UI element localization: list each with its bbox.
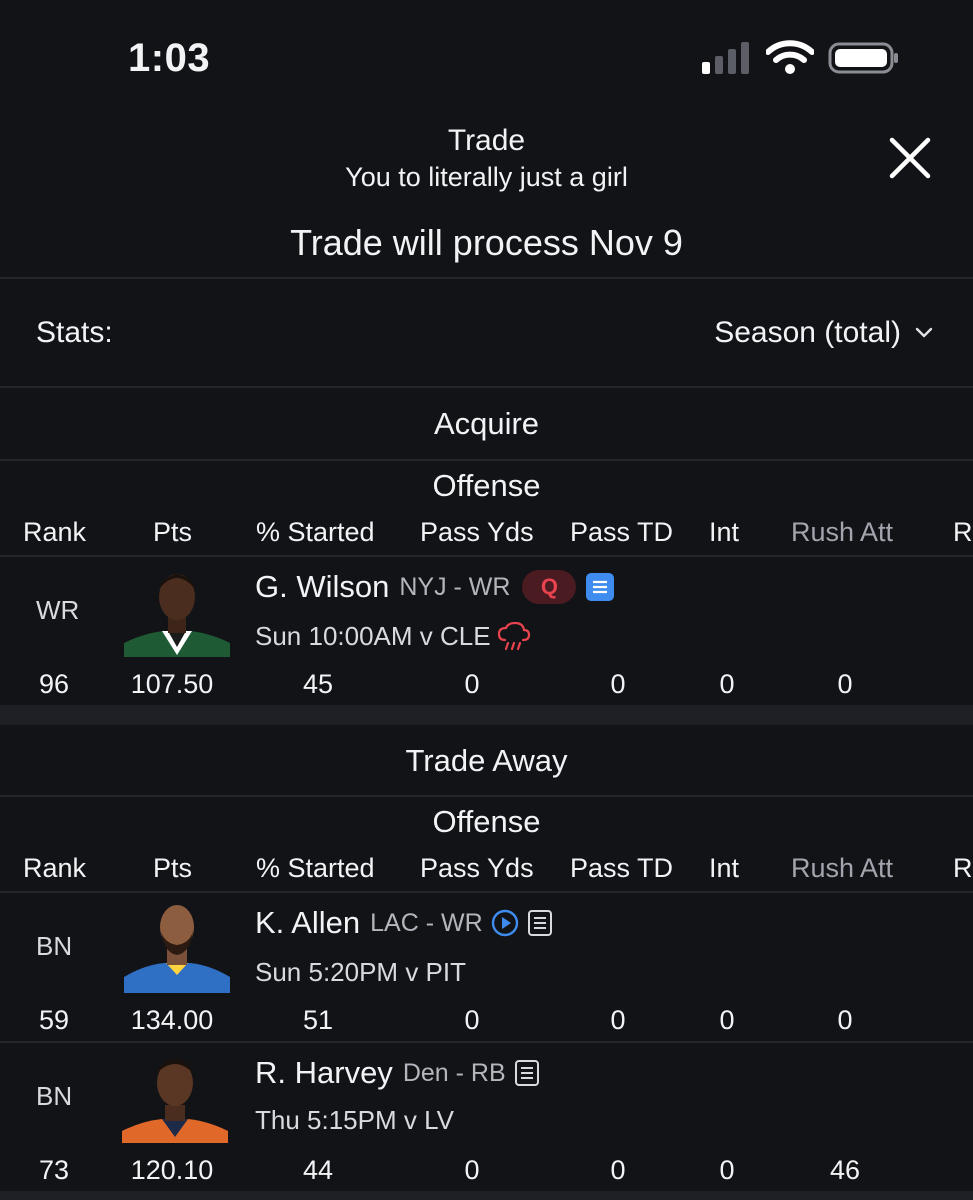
player-position: BN bbox=[36, 1081, 73, 1111]
col-rank[interactable]: Rank bbox=[23, 517, 86, 548]
col-rush-partial[interactable]: Ru bbox=[953, 853, 973, 884]
col-started[interactable]: % Started bbox=[256, 517, 375, 548]
player-stats: 96 107.50 45 0 0 0 0 bbox=[0, 669, 973, 705]
stat-pass-yds: 0 bbox=[464, 1155, 480, 1185]
player-photo bbox=[124, 574, 230, 657]
stat-started: 44 bbox=[302, 1155, 334, 1185]
player-photo bbox=[122, 1059, 228, 1143]
col-int[interactable]: Int bbox=[709, 853, 739, 884]
divider bbox=[0, 795, 973, 797]
battery-icon bbox=[828, 42, 898, 74]
signal-icon bbox=[702, 42, 749, 74]
player-team-position: NYJ - WR bbox=[399, 572, 511, 601]
col-started[interactable]: % Started bbox=[256, 853, 375, 884]
stats-dropdown[interactable]: Season (total) bbox=[714, 316, 933, 350]
col-rush-att[interactable]: Rush Att bbox=[791, 853, 893, 884]
divider bbox=[0, 459, 973, 461]
news-note-icon[interactable] bbox=[527, 909, 553, 937]
trade-header: Trade You to literally just a girl Trade… bbox=[0, 110, 973, 278]
stat-pts: 107.50 bbox=[130, 669, 214, 699]
col-pass-td[interactable]: Pass TD bbox=[570, 517, 673, 548]
section-separator bbox=[0, 1191, 973, 1200]
col-rank[interactable]: Rank bbox=[23, 853, 86, 884]
stat-rush-att: 0 bbox=[837, 1005, 853, 1035]
status-bar: 1:03 bbox=[0, 0, 973, 110]
player-row-k-allen[interactable]: BN K. Allen LAC - WR Sun 5:20PM v PIT 59… bbox=[0, 893, 973, 1041]
stat-started: 45 bbox=[302, 669, 334, 699]
stat-rush-att: 0 bbox=[837, 669, 853, 699]
col-rush-partial[interactable]: Ru bbox=[953, 517, 973, 548]
stat-pass-td: 0 bbox=[610, 1005, 626, 1035]
player-name-line: K. Allen LAC - WR bbox=[255, 905, 553, 941]
player-position: BN bbox=[36, 931, 73, 961]
game-time: Sun 10:00AM v CLE bbox=[255, 621, 491, 651]
stat-pass-td: 0 bbox=[610, 669, 626, 699]
game-time: Sun 5:20PM v PIT bbox=[255, 957, 466, 987]
questionable-badge: Q bbox=[522, 570, 577, 604]
stats-selector-row: Stats: Season (total) bbox=[0, 280, 973, 386]
wifi-icon bbox=[766, 40, 814, 74]
divider bbox=[0, 277, 973, 279]
status-time: 1:03 bbox=[128, 36, 211, 80]
page-title: Trade bbox=[447, 124, 526, 157]
divider bbox=[0, 386, 973, 388]
game-time: Thu 5:15PM v LV bbox=[255, 1105, 454, 1135]
player-stats: 73 120.10 44 0 0 0 46 bbox=[0, 1155, 973, 1191]
stat-rush-att: 46 bbox=[829, 1155, 861, 1185]
stat-pts: 134.00 bbox=[130, 1005, 214, 1035]
col-pass-yds[interactable]: Pass Yds bbox=[420, 517, 534, 548]
col-pass-yds[interactable]: Pass Yds bbox=[420, 853, 534, 884]
acquire-group-title: Offense bbox=[432, 468, 541, 503]
col-rush-att[interactable]: Rush Att bbox=[791, 517, 893, 548]
player-team-position: LAC - WR bbox=[370, 908, 483, 937]
stat-rank: 59 bbox=[38, 1005, 70, 1035]
stat-started: 51 bbox=[302, 1005, 334, 1035]
player-stats: 59 134.00 51 0 0 0 0 bbox=[0, 1005, 973, 1041]
player-position: WR bbox=[36, 595, 80, 625]
acquire-section-title: Acquire bbox=[433, 406, 540, 441]
col-int[interactable]: Int bbox=[709, 517, 739, 548]
player-name-line: G. Wilson NYJ - WR Q bbox=[255, 569, 615, 605]
player-name[interactable]: G. Wilson bbox=[255, 569, 389, 605]
player-row-g-wilson[interactable]: WR G. Wilson NYJ - WR Q Sun 10:00AM v CL… bbox=[0, 557, 973, 705]
col-pass-td[interactable]: Pass TD bbox=[570, 853, 673, 884]
acquire-column-headers: Rank Pts % Started Pass Yds Pass TD Int … bbox=[0, 517, 973, 557]
rain-icon bbox=[497, 621, 530, 650]
trade-away-section-title: Trade Away bbox=[405, 743, 568, 778]
news-note-icon[interactable] bbox=[586, 573, 615, 601]
col-pts[interactable]: Pts bbox=[153, 517, 192, 548]
stat-pass-yds: 0 bbox=[464, 1005, 480, 1035]
game-info: Sun 5:20PM v PIT bbox=[255, 957, 466, 988]
stat-rank: 96 bbox=[38, 669, 70, 699]
section-separator bbox=[0, 705, 973, 725]
news-note-icon[interactable] bbox=[514, 1059, 540, 1087]
trade-away-column-headers: Rank Pts % Started Pass Yds Pass TD Int … bbox=[0, 853, 973, 893]
player-photo bbox=[124, 905, 230, 993]
process-date-text: Trade will process Nov 9 bbox=[290, 222, 683, 263]
chevron-down-icon bbox=[915, 327, 933, 338]
col-pts[interactable]: Pts bbox=[153, 853, 192, 884]
player-row-r-harvey[interactable]: BN R. Harvey Den - RB Thu 5:15PM v LV 73… bbox=[0, 1043, 973, 1191]
player-team-position: Den - RB bbox=[402, 1058, 506, 1087]
game-info: Sun 10:00AM v CLE bbox=[255, 621, 531, 652]
stats-dropdown-value: Season (total) bbox=[714, 316, 901, 349]
close-icon[interactable] bbox=[888, 136, 932, 180]
stat-rank: 73 bbox=[38, 1155, 70, 1185]
stats-label: Stats: bbox=[36, 316, 113, 349]
stat-int: 0 bbox=[719, 669, 735, 699]
player-name-line: R. Harvey Den - RB bbox=[255, 1055, 540, 1091]
stat-int: 0 bbox=[719, 1155, 735, 1185]
play-icon[interactable] bbox=[491, 909, 519, 937]
stat-int: 0 bbox=[719, 1005, 735, 1035]
game-info: Thu 5:15PM v LV bbox=[255, 1105, 454, 1136]
trade-away-group-title: Offense bbox=[432, 804, 541, 839]
stat-pass-yds: 0 bbox=[464, 669, 480, 699]
stat-pass-td: 0 bbox=[610, 1155, 626, 1185]
player-name[interactable]: K. Allen bbox=[255, 905, 360, 941]
stat-pts: 120.10 bbox=[130, 1155, 214, 1185]
page-subtitle: You to literally just a girl bbox=[345, 162, 628, 192]
player-name[interactable]: R. Harvey bbox=[255, 1055, 393, 1091]
